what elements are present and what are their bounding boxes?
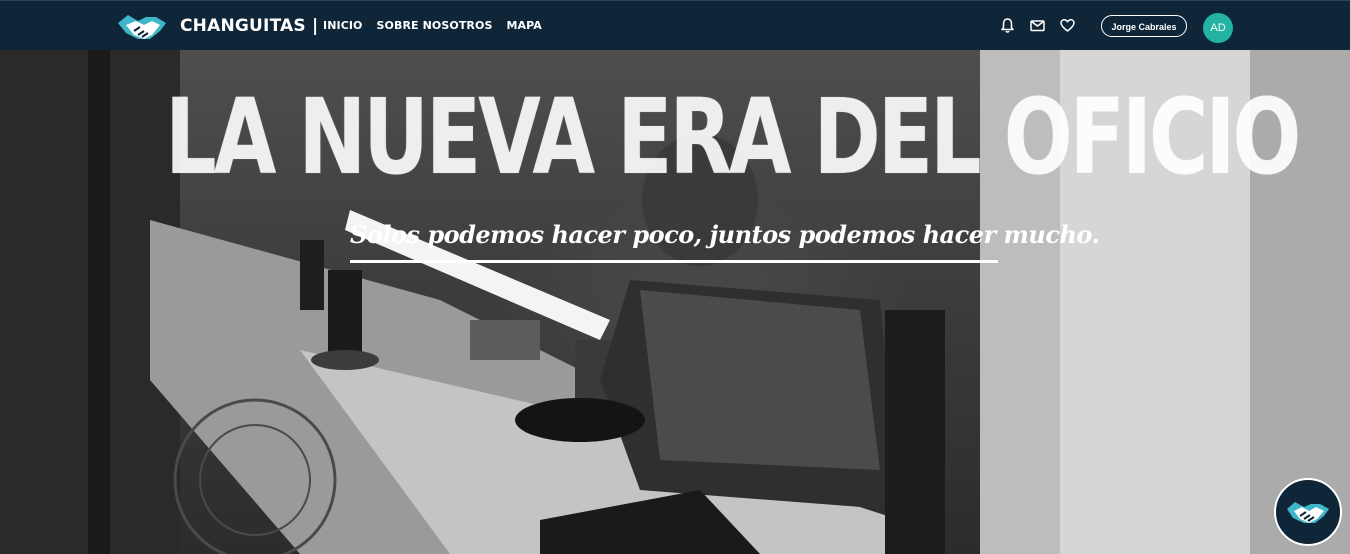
nav-link-mapa[interactable]: MAPA xyxy=(506,19,541,32)
page: CHANGUITAS | INICIO SOBRE NOSOTROS MAPA … xyxy=(0,0,1350,554)
nav-link-inicio[interactable]: INICIO xyxy=(323,19,363,32)
heart-icon[interactable] xyxy=(1059,17,1076,34)
hero-subtitle: Solos podemos hacer poco, juntos podemos… xyxy=(350,220,1100,249)
main-nav: INICIO SOBRE NOSOTROS MAPA xyxy=(323,19,542,32)
top-navbar: CHANGUITAS | INICIO SOBRE NOSOTROS MAPA … xyxy=(0,0,1350,50)
handshake-logo-icon xyxy=(118,15,166,39)
user-menu-button[interactable]: Jorge Cabrales xyxy=(1101,15,1187,37)
avatar[interactable]: AD xyxy=(1203,13,1233,43)
handshake-icon xyxy=(1287,502,1329,523)
bell-icon[interactable] xyxy=(999,17,1016,34)
brand[interactable]: CHANGUITAS | xyxy=(116,9,318,43)
subtitle-underline xyxy=(350,260,998,263)
mail-icon[interactable] xyxy=(1029,17,1046,34)
hero-title: LA NUEVA ERA DEL OFICIO xyxy=(165,76,1301,198)
hero-banner: LA NUEVA ERA DEL OFICIO Solos podemos ha… xyxy=(0,50,1350,554)
nav-link-sobre-nosotros[interactable]: SOBRE NOSOTROS xyxy=(377,19,493,32)
nav-icons xyxy=(999,17,1076,34)
brand-name: CHANGUITAS | xyxy=(180,16,319,36)
floating-handshake-button[interactable] xyxy=(1274,478,1342,546)
